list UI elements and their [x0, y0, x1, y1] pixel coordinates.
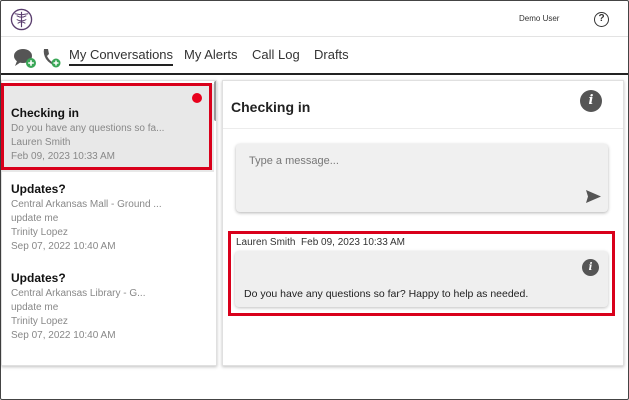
app-header: Demo User ? [1, 1, 628, 37]
conversation-location: Central Arkansas Mall - Ground ... [11, 199, 162, 210]
message-author: Lauren Smith [236, 237, 296, 248]
message-bubble: i Do you have any questions so far? Happ… [235, 251, 608, 307]
conversation-author: Trinity Lopez [11, 227, 68, 238]
chat-bubbles-add-icon[interactable] [13, 47, 37, 69]
conversation-item[interactable]: Updates? Central Arkansas Mall - Ground … [2, 174, 214, 262]
message: Lauren Smith Feb 09, 2023 10:33 AM i Do … [235, 237, 608, 307]
send-icon[interactable] [586, 190, 601, 203]
conversation-preview: update me [11, 302, 59, 313]
tab-drafts[interactable]: Drafts [314, 47, 349, 62]
user-name[interactable]: Demo User [519, 14, 559, 23]
conversation-detail: Checking in i Lauren Smith Feb 09, 2023 … [222, 80, 624, 366]
tab-my-conversations[interactable]: My Conversations [69, 47, 174, 66]
conversation-title: Updates? [11, 271, 66, 285]
conversation-timestamp: Sep 07, 2022 10:40 AM [11, 241, 116, 252]
conversation-preview: update me [11, 213, 59, 224]
conversation-list[interactable]: Checking in Do you have any questions so… [1, 80, 217, 366]
main-nav: My Conversations My Alerts Call Log Draf… [1, 37, 628, 75]
message-info-icon[interactable]: i [582, 259, 599, 276]
conversation-author: Lauren Smith [11, 137, 71, 148]
caduceus-logo-icon[interactable] [10, 8, 33, 31]
conversation-location: Central Arkansas Library - G... [11, 288, 146, 299]
message-input[interactable] [249, 155, 549, 167]
message-text: Do you have any questions so far? Happy … [244, 288, 529, 300]
conversation-title: Updates? [11, 182, 66, 196]
conversation-detail-title: Checking in [231, 99, 311, 115]
message-composer [236, 144, 608, 212]
list-scrollbar[interactable] [214, 81, 216, 121]
conversation-timestamp: Sep 07, 2022 10:40 AM [11, 330, 116, 341]
tab-my-alerts[interactable]: My Alerts [184, 47, 237, 62]
divider [223, 128, 623, 129]
conversation-author: Trinity Lopez [11, 316, 68, 327]
help-icon[interactable]: ? [594, 12, 609, 27]
conversation-item[interactable]: Checking in Do you have any questions so… [2, 84, 214, 172]
conversation-title: Checking in [11, 106, 80, 120]
tab-call-log[interactable]: Call Log [252, 47, 300, 62]
conversation-item[interactable]: Updates? Central Arkansas Library - G...… [2, 263, 214, 351]
phone-add-icon[interactable] [41, 47, 61, 69]
conversation-preview: Do you have any questions so fa... [11, 123, 165, 134]
conversation-timestamp: Feb 09, 2023 10:33 AM [11, 151, 115, 162]
conversation-info-icon[interactable]: i [580, 90, 602, 112]
message-meta: Lauren Smith Feb 09, 2023 10:33 AM [236, 237, 608, 248]
message-timestamp: Feb 09, 2023 10:33 AM [301, 237, 406, 248]
unread-indicator [192, 93, 202, 103]
